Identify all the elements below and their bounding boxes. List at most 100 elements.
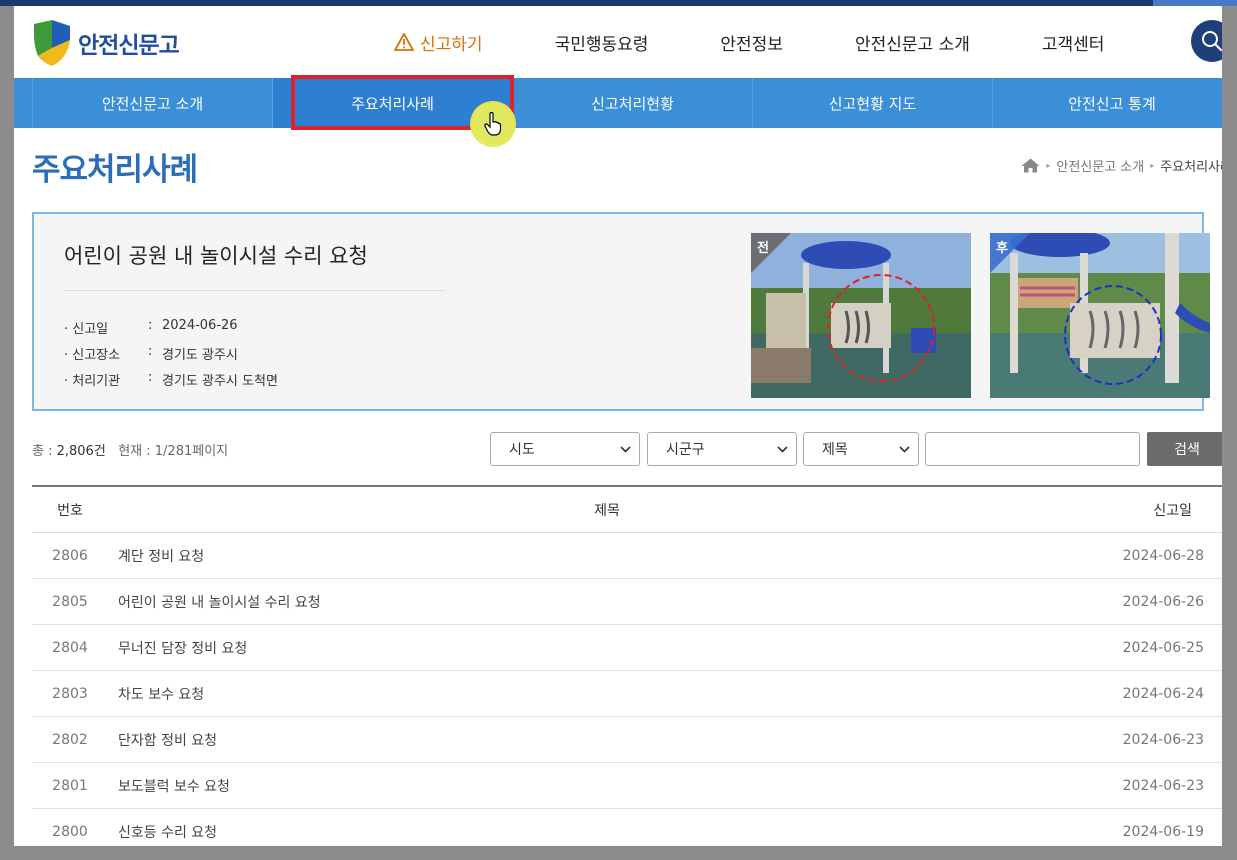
row-no: 2804 <box>52 639 88 656</box>
row-title-link[interactable]: 무너진 담장 정비 요청 <box>118 638 247 658</box>
logo-text: 안전신문고 <box>78 33 180 59</box>
subnav-item-label: 주요처리사례 <box>351 94 434 113</box>
page-container: 안전신문고 신고하기 국민행동요령 안전정보 안전신문고 소개 고객센터 안전신… <box>14 6 1222 846</box>
nav-item-action-guide[interactable]: 국민행동요령 <box>555 30 649 55</box>
row-title-link[interactable]: 신호등 수리 요청 <box>118 822 217 842</box>
table-row[interactable]: 2802 단자함 정비 요청 2024-06-23 <box>32 717 1222 763</box>
row-no: 2802 <box>52 731 88 748</box>
subnav-item-statistics[interactable]: 안전신고 통계 <box>992 78 1222 128</box>
result-count: 총 : 2,806건 현재 : 1/281페이지 <box>32 440 228 459</box>
subnav-item-report-map[interactable]: 신고현황 지도 <box>752 78 992 128</box>
subnav-item-label: 안전신문고 소개 <box>101 94 204 113</box>
row-title-link[interactable]: 차도 보수 요청 <box>118 684 204 704</box>
chevron-down-icon <box>620 445 631 453</box>
info-key: · 신고일 <box>64 322 109 337</box>
hand-cursor-icon <box>484 111 502 140</box>
info-value: 2024-06-26 <box>162 318 238 333</box>
info-row-report-location: · 신고장소 : 경기도 광주시 <box>64 344 238 363</box>
table-row[interactable]: 2804 무너진 담장 정비 요청 2024-06-25 <box>32 625 1222 671</box>
breadcrumb: ▸ 안전신문고 소개 ▸ 주요처리사례 <box>1021 156 1222 175</box>
subnav-item-about[interactable]: 안전신문고 소개 <box>32 78 272 128</box>
search-input[interactable] <box>925 432 1140 466</box>
search-icon <box>1202 31 1222 52</box>
featured-case-title[interactable]: 어린이 공원 내 놀이시설 수리 요청 <box>64 240 368 270</box>
nav-item-customer-center[interactable]: 고객센터 <box>1042 30 1105 55</box>
search-field-select-value: 제목 <box>822 442 848 458</box>
row-date: 2024-06-25 <box>1122 639 1204 656</box>
chevron-down-icon <box>899 445 910 453</box>
row-title-link[interactable]: 계단 정비 요청 <box>118 546 204 566</box>
nav-item-label: 국민행동요령 <box>554 34 649 55</box>
sub-nav-list: 안전신문고 소개 주요처리사례 신고처리현황 신고현황 지도 안전신고 통계 <box>32 78 1222 128</box>
row-no: 2803 <box>52 685 88 702</box>
info-row-report-date: · 신고일 : 2024-06-26 <box>64 318 238 337</box>
search-button[interactable]: 검색 <box>1147 432 1222 466</box>
global-search-button[interactable] <box>1191 20 1222 62</box>
subnav-item-processing-status[interactable]: 신고처리현황 <box>512 78 752 128</box>
info-colon: : <box>148 318 153 333</box>
row-date: 2024-06-24 <box>1122 685 1204 702</box>
row-date: 2024-06-26 <box>1122 593 1204 610</box>
sigungu-select-value: 시군구 <box>666 442 705 458</box>
home-icon[interactable] <box>1021 158 1040 173</box>
playground-before-image <box>751 233 971 398</box>
total-count: 2,806건 <box>56 444 106 459</box>
nav-item-label: 신고하기 <box>420 34 483 55</box>
row-no: 2801 <box>52 777 88 794</box>
table-row[interactable]: 2805 어린이 공원 내 놀이시설 수리 요청 2024-06-26 <box>32 579 1222 625</box>
before-label: 전 <box>757 241 769 256</box>
row-no: 2806 <box>52 547 88 564</box>
breadcrumb-item[interactable]: 안전신문고 소개 <box>1056 156 1144 175</box>
row-title-link[interactable]: 단자함 정비 요청 <box>118 730 217 750</box>
page-info: 현재 : 1/281페이지 <box>118 444 229 459</box>
row-no: 2805 <box>52 593 88 610</box>
total-prefix: 총 : <box>32 444 57 459</box>
subnav-item-label: 신고현황 지도 <box>828 94 917 113</box>
row-date: 2024-06-23 <box>1122 777 1204 794</box>
after-photo[interactable]: 후 <box>990 233 1210 398</box>
info-colon: : <box>148 370 153 385</box>
row-title-link[interactable]: 어린이 공원 내 놀이시설 수리 요청 <box>118 592 321 612</box>
table-row[interactable]: 2800 신호등 수리 요청 2024-06-19 <box>32 809 1222 846</box>
nav-item-report[interactable]: 신고하기 <box>394 30 483 55</box>
column-header-title: 제목 <box>594 502 620 519</box>
nav-item-label: 안전신문고 소개 <box>854 34 970 55</box>
table-header: 번호 제목 신고일 <box>32 485 1222 533</box>
sido-select[interactable]: 시도 <box>490 432 640 466</box>
sigungu-select[interactable]: 시군구 <box>647 432 797 466</box>
table-row[interactable]: 2803 차도 보수 요청 2024-06-24 <box>32 671 1222 717</box>
nav-item-safety-info[interactable]: 안전정보 <box>720 30 783 55</box>
info-key: · 신고장소 <box>64 348 121 363</box>
site-logo[interactable]: 안전신문고 <box>32 18 180 68</box>
info-value: 경기도 광주시 <box>162 348 238 363</box>
breadcrumb-current: 주요처리사례 <box>1160 160 1222 175</box>
playground-after-image <box>990 233 1210 398</box>
info-colon: : <box>148 344 153 359</box>
nav-item-label: 고객센터 <box>1041 34 1105 55</box>
warning-icon <box>394 33 414 51</box>
info-row-agency: · 처리기관 : 경기도 광주시 도척면 <box>64 370 278 389</box>
featured-case-card[interactable]: 어린이 공원 내 놀이시설 수리 요청 · 신고일 : 2024-06-26 ·… <box>32 212 1210 411</box>
cases-table: 번호 제목 신고일 2806 계단 정비 요청 2024-06-28 2805 … <box>32 485 1222 846</box>
table-row[interactable]: 2806 계단 정비 요청 2024-06-28 <box>32 533 1222 579</box>
site-header: 안전신문고 신고하기 국민행동요령 안전정보 안전신문고 소개 고객센터 <box>14 6 1222 78</box>
nav-item-label: 안전정보 <box>720 34 783 55</box>
row-date: 2024-06-28 <box>1122 547 1204 564</box>
main-nav: 신고하기 국민행동요령 안전정보 안전신문고 소개 고객센터 <box>394 6 1176 78</box>
before-photo[interactable]: 전 <box>751 233 971 398</box>
divider <box>64 290 446 291</box>
nav-item-about[interactable]: 안전신문고 소개 <box>855 30 970 55</box>
breadcrumb-separator-icon: ▸ <box>1046 161 1051 170</box>
row-date: 2024-06-19 <box>1122 823 1204 840</box>
chevron-down-icon <box>777 445 788 453</box>
table-row[interactable]: 2801 보도블럭 보수 요청 2024-06-23 <box>32 763 1222 809</box>
info-value: 경기도 광주시 도척면 <box>162 374 278 389</box>
row-no: 2800 <box>52 823 88 840</box>
sub-nav: 안전신문고 소개 주요처리사례 신고처리현황 신고현황 지도 안전신고 통계 <box>14 78 1222 128</box>
after-label: 후 <box>996 241 1008 256</box>
row-title-link[interactable]: 보도블럭 보수 요청 <box>118 776 230 796</box>
page-title: 주요처리사례 <box>32 152 198 188</box>
row-date: 2024-06-23 <box>1122 731 1204 748</box>
search-field-select[interactable]: 제목 <box>803 432 919 466</box>
info-key: · 처리기관 <box>64 374 121 389</box>
